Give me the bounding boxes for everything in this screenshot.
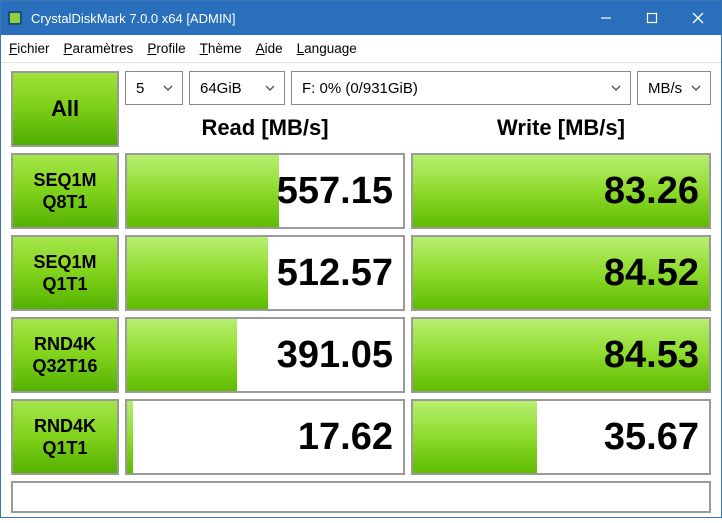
- menu-parameters[interactable]: Paramètres: [64, 41, 134, 56]
- run-test-button[interactable]: RND4KQ32T16: [11, 317, 119, 393]
- test-label-line2: Q32T16: [32, 355, 97, 378]
- maximize-button[interactable]: [629, 1, 675, 35]
- chevron-down-icon: [690, 85, 702, 91]
- app-icon: [1, 10, 29, 26]
- window-controls: [583, 1, 721, 35]
- test-label-line1: SEQ1M: [33, 169, 96, 192]
- run-test-button[interactable]: SEQ1MQ1T1: [11, 235, 119, 311]
- chevron-down-icon: [610, 85, 622, 91]
- test-label-line1: RND4K: [34, 333, 96, 356]
- run-test-button[interactable]: RND4KQ1T1: [11, 399, 119, 475]
- result-bar: [127, 155, 279, 227]
- test-size-value: 64GiB: [200, 80, 242, 97]
- close-button[interactable]: [675, 1, 721, 35]
- menu-language[interactable]: Language: [297, 41, 357, 56]
- drive-value: F: 0% (0/931GiB): [302, 80, 418, 97]
- test-label-line1: SEQ1M: [33, 251, 96, 274]
- result-value: 557.15: [277, 170, 393, 213]
- test-count-select[interactable]: 5: [125, 71, 183, 105]
- result-bar: [127, 237, 268, 309]
- chevron-down-icon: [264, 85, 276, 91]
- result-bar: [413, 401, 537, 473]
- run-all-button[interactable]: All: [11, 71, 119, 147]
- workarea: All 5 64GiB F: 0% (0/931GiB) MB/s: [1, 63, 721, 523]
- result-value: 83.26: [604, 170, 699, 213]
- read-result: 391.05: [125, 317, 405, 393]
- chevron-down-icon: [162, 85, 174, 91]
- read-result: 557.15: [125, 153, 405, 229]
- menubar: Fichier Paramètres Profile Thème Aide La…: [1, 35, 721, 63]
- menu-file[interactable]: Fichier: [9, 41, 50, 56]
- write-result: 35.67: [411, 399, 711, 475]
- drive-select[interactable]: F: 0% (0/931GiB): [291, 71, 631, 105]
- test-row: RND4KQ32T16 391.05 84.53: [11, 317, 711, 393]
- result-value: 35.67: [604, 416, 699, 459]
- write-header: Write [MB/s]: [411, 115, 711, 141]
- result-value: 84.52: [604, 252, 699, 295]
- titlebar: CrystalDiskMark 7.0.0 x64 [ADMIN]: [1, 1, 721, 35]
- result-value: 512.57: [277, 252, 393, 295]
- read-result: 512.57: [125, 235, 405, 311]
- result-value: 84.53: [604, 334, 699, 377]
- result-value: 17.62: [298, 416, 393, 459]
- test-label-line2: Q1T1: [42, 437, 87, 460]
- run-test-button[interactable]: SEQ1MQ8T1: [11, 153, 119, 229]
- menu-theme[interactable]: Thème: [200, 41, 242, 56]
- unit-value: MB/s: [648, 80, 682, 97]
- test-count-value: 5: [136, 80, 144, 97]
- test-label-line2: Q8T1: [42, 191, 87, 214]
- result-value: 391.05: [277, 334, 393, 377]
- status-bar: [11, 481, 711, 513]
- read-result: 17.62: [125, 399, 405, 475]
- minimize-button[interactable]: [583, 1, 629, 35]
- menu-help[interactable]: Aide: [256, 41, 283, 56]
- tests-container: SEQ1MQ8T1557.1583.26SEQ1MQ1T1512.5784.52…: [11, 153, 711, 475]
- write-result: 83.26: [411, 153, 711, 229]
- test-label-line1: RND4K: [34, 415, 96, 438]
- unit-select[interactable]: MB/s: [637, 71, 711, 105]
- test-row: RND4KQ1T1 17.62 35.67: [11, 399, 711, 475]
- test-row: SEQ1MQ8T1 557.15 83.26: [11, 153, 711, 229]
- read-header: Read [MB/s]: [125, 115, 405, 141]
- write-result: 84.52: [411, 235, 711, 311]
- menu-profile[interactable]: Profile: [147, 41, 185, 56]
- test-size-select[interactable]: 64GiB: [189, 71, 285, 105]
- run-all-label: All: [51, 96, 79, 122]
- result-bar: [127, 401, 133, 473]
- test-row: SEQ1MQ1T1 512.57 84.52: [11, 235, 711, 311]
- test-label-line2: Q1T1: [42, 273, 87, 296]
- result-bar: [127, 319, 237, 391]
- write-result: 84.53: [411, 317, 711, 393]
- window-title: CrystalDiskMark 7.0.0 x64 [ADMIN]: [29, 11, 583, 26]
